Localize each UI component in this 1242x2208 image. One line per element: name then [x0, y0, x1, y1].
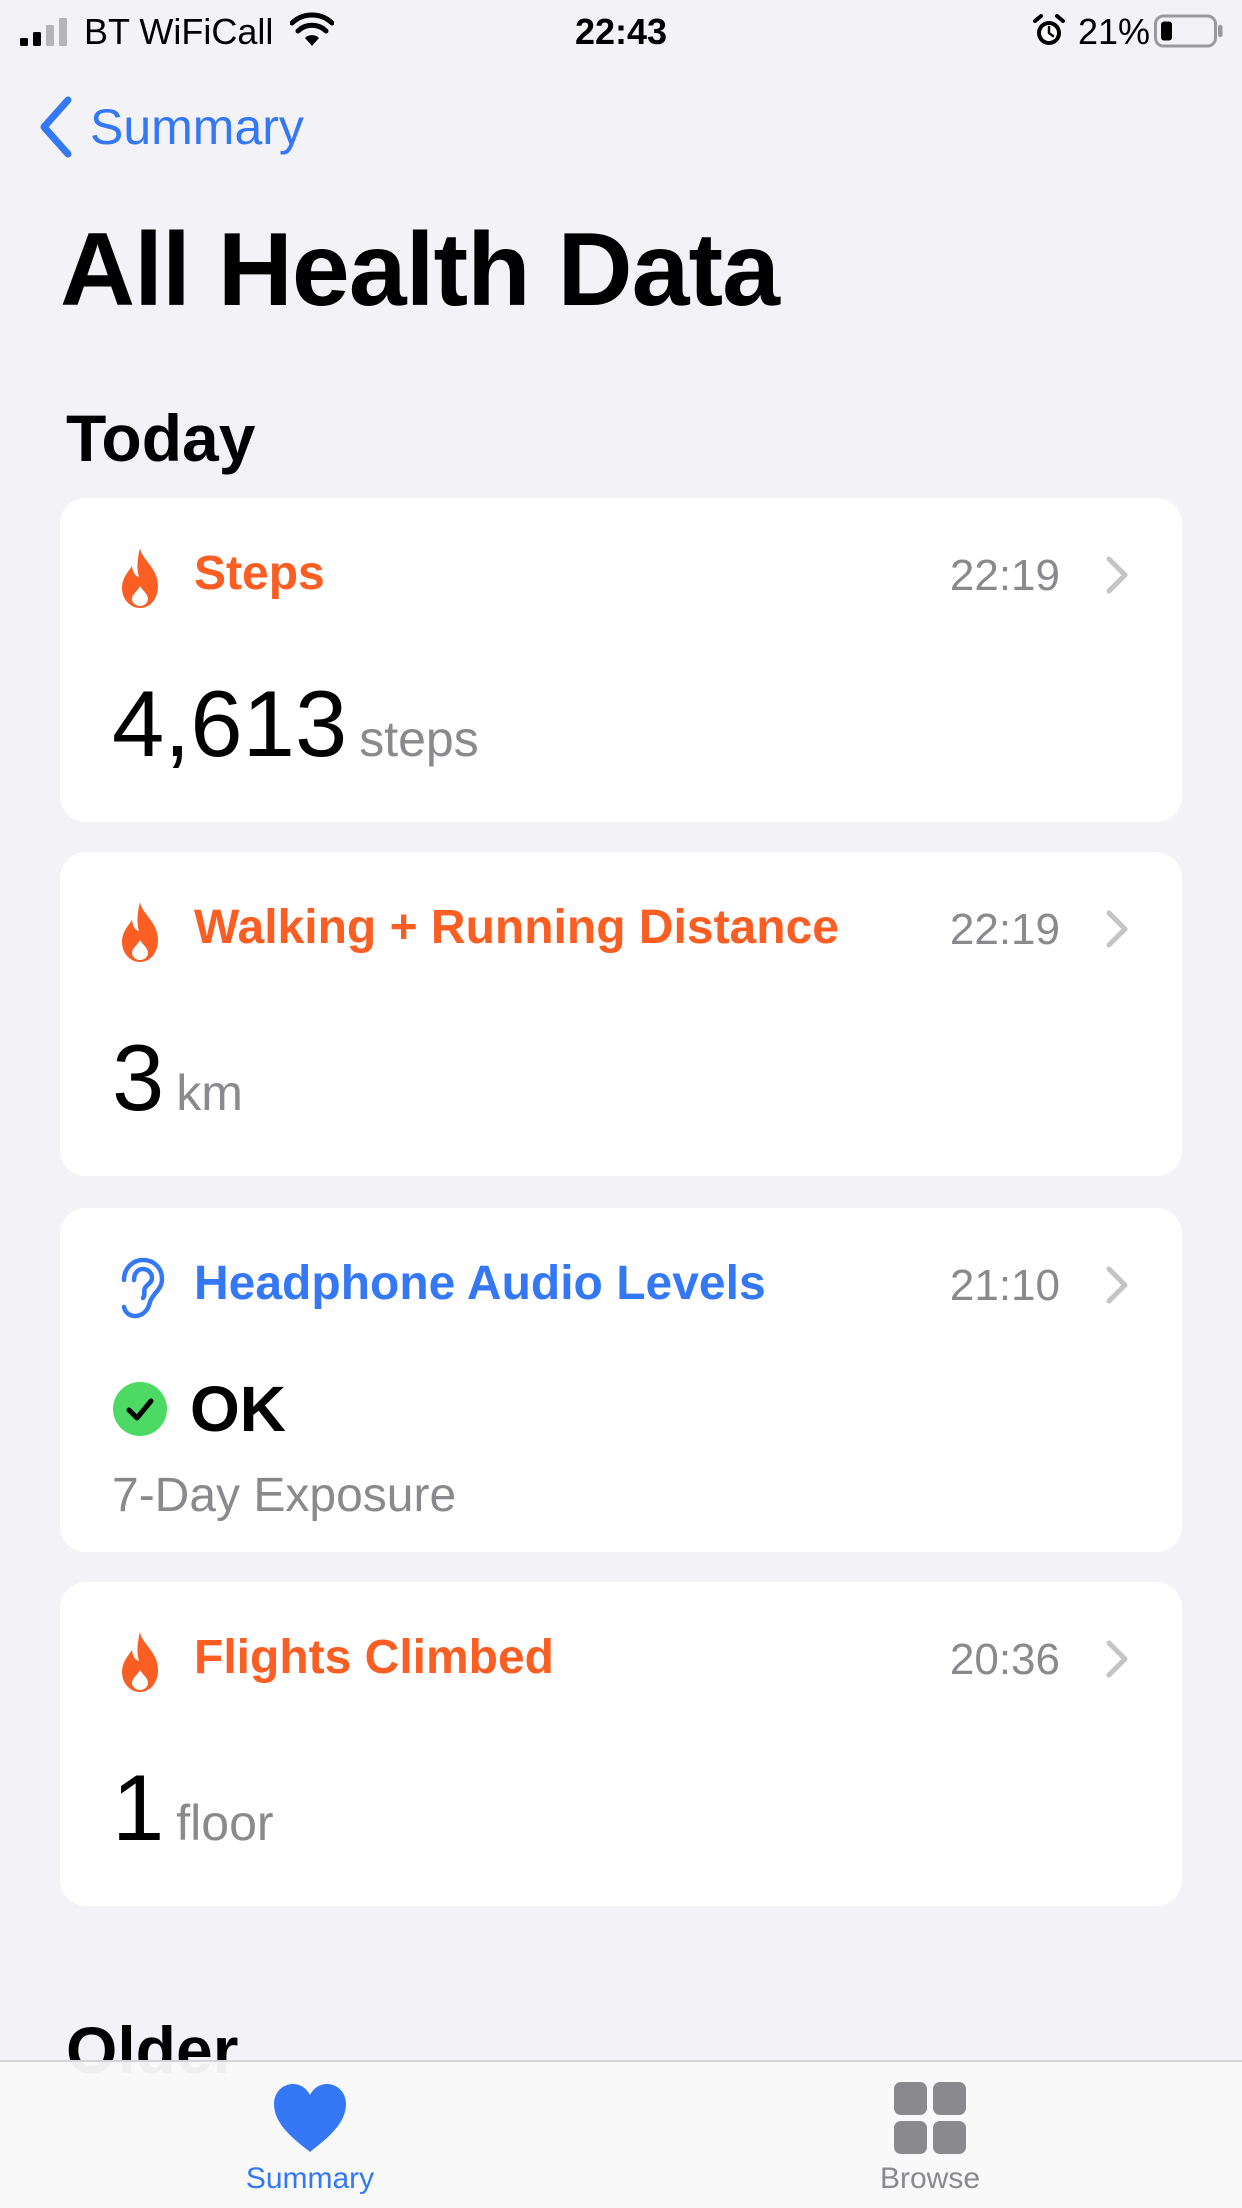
status-text: OK	[190, 1373, 286, 1445]
distance-unit: km	[176, 1065, 243, 1121]
tab-browse[interactable]: Browse	[830, 2080, 1030, 2204]
steps-card[interactable]: Steps 22:19 4,613 steps	[60, 498, 1182, 822]
flame-icon	[122, 548, 158, 608]
card-timestamp: 20:36	[949, 1635, 1060, 1684]
checkmark-circle-icon	[113, 1382, 167, 1436]
status-row: OK	[112, 1372, 286, 1446]
tab-bar: Summary Browse	[0, 2060, 1242, 2208]
card-header: Headphone Audio Levels 21:10	[112, 1252, 1130, 1319]
section-header-today: Today	[66, 401, 256, 475]
value-row: 4,613 steps	[112, 674, 479, 774]
alarm-icon	[1033, 14, 1065, 45]
flights-climbed-card[interactable]: Flights Climbed 20:36 1 floor	[60, 1582, 1182, 1906]
distance-value: 3	[112, 1025, 165, 1130]
page-title: All Health Data	[60, 212, 780, 328]
card-timestamp: 22:19	[949, 905, 1060, 954]
steps-value: 4,613	[112, 671, 348, 776]
exposure-subtitle: 7-Day Exposure	[112, 1469, 457, 1522]
chevron-right-icon	[1106, 1640, 1128, 1678]
card-title: Headphone Audio Levels	[194, 1257, 766, 1310]
headphone-audio-levels-card[interactable]: Headphone Audio Levels 21:10 OK 7-Day Ex…	[60, 1208, 1182, 1552]
flame-icon	[122, 902, 158, 962]
flights-unit: floor	[176, 1795, 274, 1851]
card-title: Steps	[194, 547, 325, 600]
card-header: Flights Climbed 20:36	[112, 1626, 1130, 1692]
chevron-right-icon	[1106, 910, 1128, 948]
status-bar: BT WiFiCall 22:43 21%	[0, 0, 1242, 62]
screen: BT WiFiCall 22:43 21% Summary All Health…	[0, 0, 1242, 2208]
tab-summary[interactable]: Summary	[210, 2080, 410, 2204]
heart-icon	[274, 2084, 346, 2152]
ear-icon	[121, 1257, 165, 1319]
card-timestamp: 22:19	[949, 551, 1060, 600]
card-header: Steps 22:19	[112, 542, 1130, 608]
flights-value: 1	[112, 1755, 165, 1860]
flame-icon	[122, 1632, 158, 1692]
grid-icon	[894, 2082, 966, 2154]
battery-icon	[1154, 14, 1223, 48]
chevron-right-icon	[1106, 556, 1128, 594]
battery-percentage: 21%	[1078, 11, 1151, 52]
card-timestamp: 21:10	[949, 1261, 1060, 1310]
walking-running-distance-card[interactable]: Walking + Running Distance 22:19 3 km	[60, 852, 1182, 1176]
back-button-label: Summary	[90, 99, 304, 155]
value-row: 3 km	[112, 1028, 243, 1128]
card-title: Flights Climbed	[194, 1631, 554, 1684]
chevron-right-icon	[1106, 1266, 1128, 1304]
tab-label: Browse	[879, 2162, 981, 2195]
back-button[interactable]: Summary	[36, 90, 304, 164]
card-title: Walking + Running Distance	[194, 901, 839, 954]
card-header: Walking + Running Distance 22:19	[112, 896, 1130, 962]
tab-label: Summary	[245, 2162, 375, 2195]
steps-unit: steps	[359, 711, 479, 767]
value-row: 1 floor	[112, 1758, 274, 1858]
chevron-left-icon	[40, 96, 72, 158]
